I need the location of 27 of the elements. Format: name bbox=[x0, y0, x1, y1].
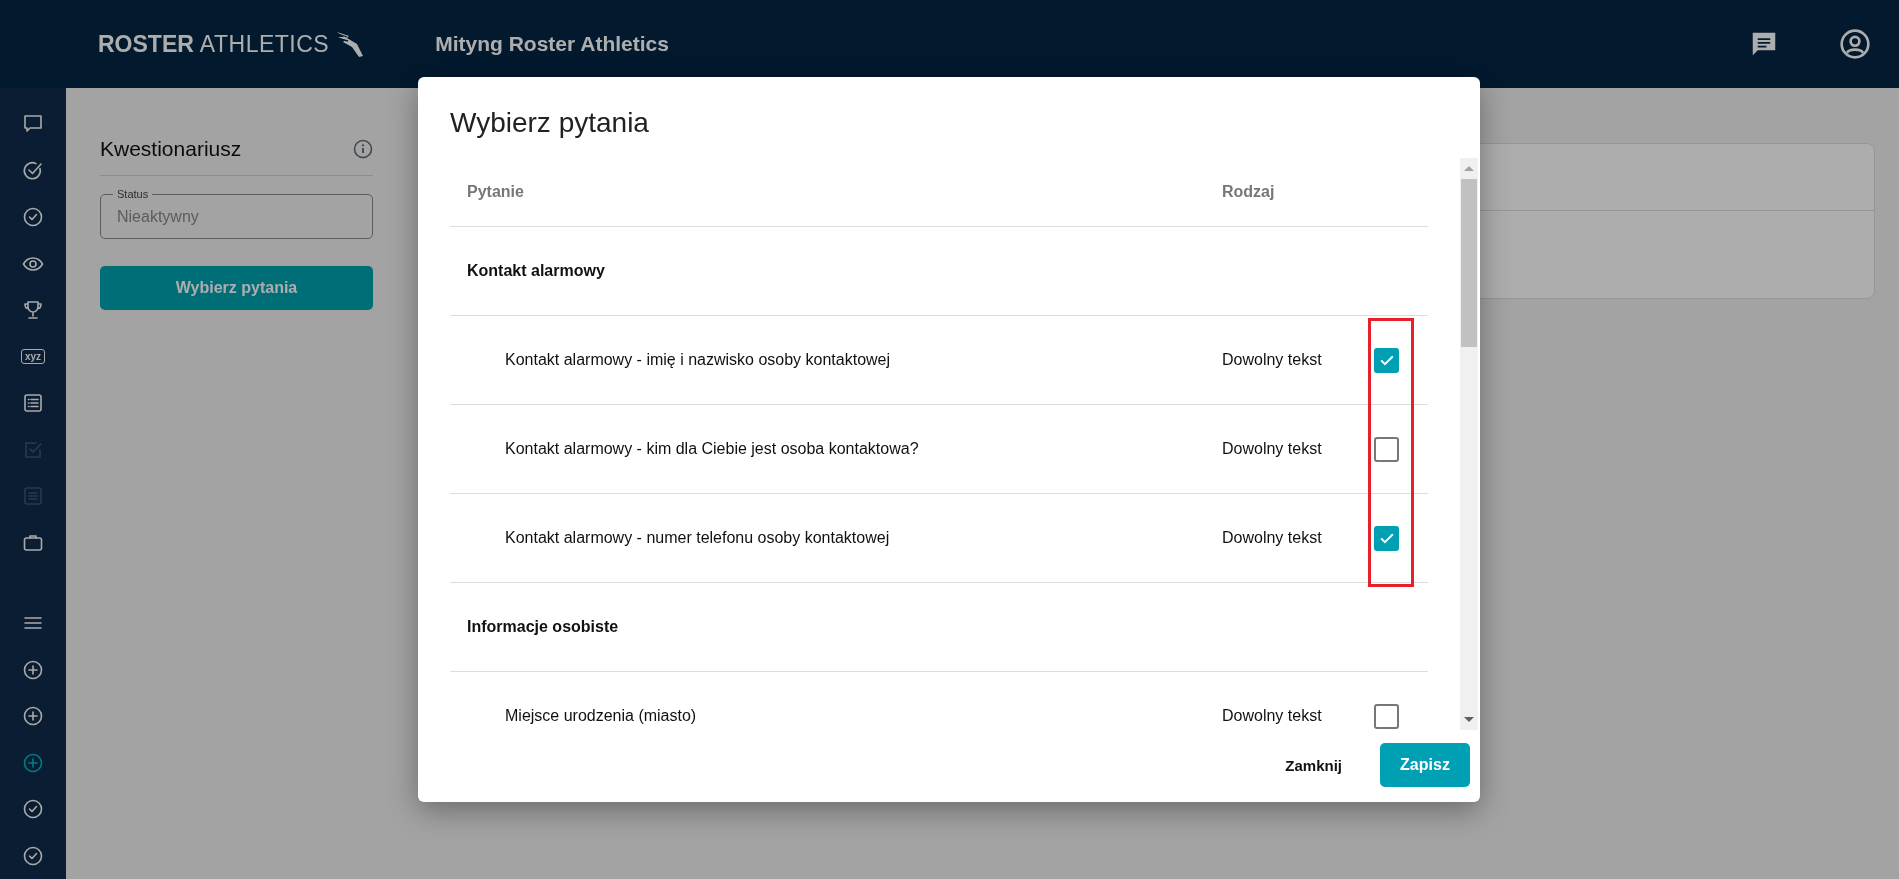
column-header[interactable]: Pytanie bbox=[450, 183, 1222, 201]
tag-icon[interactable]: xyz bbox=[20, 349, 46, 365]
checkbox[interactable] bbox=[1374, 703, 1399, 729]
question-type: Dowolny tekst bbox=[1222, 351, 1323, 369]
question-type: Dowolny tekst bbox=[1222, 440, 1323, 458]
event-title: Mityng Roster Athletics bbox=[435, 32, 669, 56]
question-text: Kontakt alarmowy - numer telefonu osoby kontaktowej bbox=[504, 529, 891, 547]
logo[interactable]: ROSTER ATHLETICS bbox=[98, 30, 366, 58]
group-heading: Informacje osobiste bbox=[466, 618, 620, 636]
checkbox[interactable] bbox=[1374, 436, 1399, 462]
question-text: Kontakt alarmowy - kim dla Ciebie jest osoba kontaktowa? bbox=[504, 440, 920, 458]
scrollbar[interactable] bbox=[1460, 158, 1478, 730]
question-type: Dowolny tekst bbox=[1222, 529, 1323, 547]
dialog-title: Wybierz pytania bbox=[449, 106, 650, 140]
close-button[interactable]: Zamknij bbox=[1279, 755, 1348, 775]
checkbox[interactable] bbox=[1374, 347, 1399, 373]
group-heading: Kontakt alarmowy bbox=[466, 262, 606, 280]
panel-title: Kwestionariusz bbox=[100, 137, 242, 161]
question-text: Miejsce urodzenia (miasto) bbox=[504, 707, 698, 725]
save-button[interactable]: Zapisz bbox=[1380, 743, 1470, 787]
checkbox[interactable] bbox=[1374, 525, 1399, 551]
column-header[interactable]: Rodzaj bbox=[1222, 183, 1372, 201]
question-type: Dowolny tekst bbox=[1222, 707, 1323, 725]
info-icon[interactable] bbox=[353, 139, 373, 159]
status-field[interactable]: Status Nieaktywny bbox=[100, 188, 373, 239]
user-icon[interactable] bbox=[1839, 28, 1871, 60]
question-text: Kontakt alarmowy - imię i nazwisko osoby kontaktowej bbox=[504, 351, 892, 369]
